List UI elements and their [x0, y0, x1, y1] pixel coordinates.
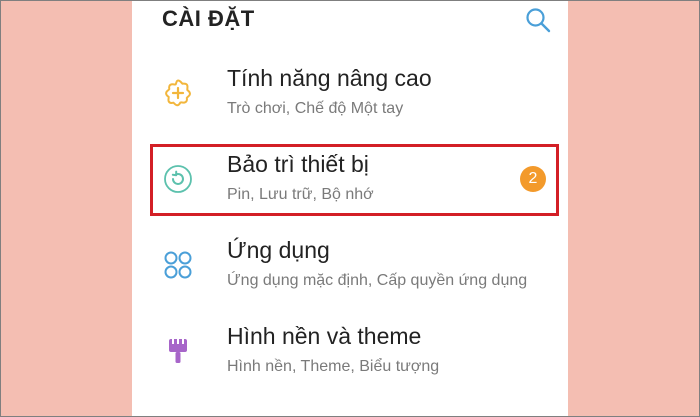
- settings-item-advanced-features[interactable]: Tính năng nâng cao Trò chơi, Chế độ Một …: [132, 50, 568, 136]
- search-icon: [526, 8, 551, 33]
- item-subtitle: Hình nền, Theme, Biểu tượng: [227, 358, 440, 375]
- item-title: Ứng dụng: [227, 237, 330, 263]
- advanced-features-icon: [162, 77, 194, 109]
- settings-header: CÀI ĐẶT: [132, 0, 568, 44]
- item-title: Hình nền và theme: [227, 323, 422, 349]
- notification-badge: 2: [520, 166, 546, 192]
- page-title: CÀI ĐẶT: [162, 6, 255, 31]
- settings-screen: CÀI ĐẶT Tính năng nâng cao Trò chơi, Chế…: [132, 0, 568, 417]
- device-maintenance-icon: [162, 163, 194, 195]
- wallpaper-theme-icon: [162, 335, 194, 367]
- item-subtitle: Trò chơi, Chế độ Một tay: [227, 100, 404, 117]
- apps-icon: [162, 249, 194, 281]
- settings-item-device-maintenance[interactable]: Bảo trì thiết bị Pin, Lưu trữ, Bộ nhớ 2: [132, 136, 568, 222]
- item-title: Tính năng nâng cao: [227, 65, 432, 91]
- item-title: Bảo trì thiết bị: [227, 151, 369, 177]
- item-subtitle: Pin, Lưu trữ, Bộ nhớ: [227, 186, 374, 203]
- search-button[interactable]: [524, 6, 552, 34]
- settings-item-wallpaper-theme[interactable]: Hình nền và theme Hình nền, Theme, Biểu …: [132, 308, 568, 394]
- item-subtitle: Ứng dụng mặc định, Cấp quyền ứng dụng: [227, 272, 528, 289]
- settings-item-apps[interactable]: Ứng dụng Ứng dụng mặc định, Cấp quyền ứn…: [132, 222, 568, 308]
